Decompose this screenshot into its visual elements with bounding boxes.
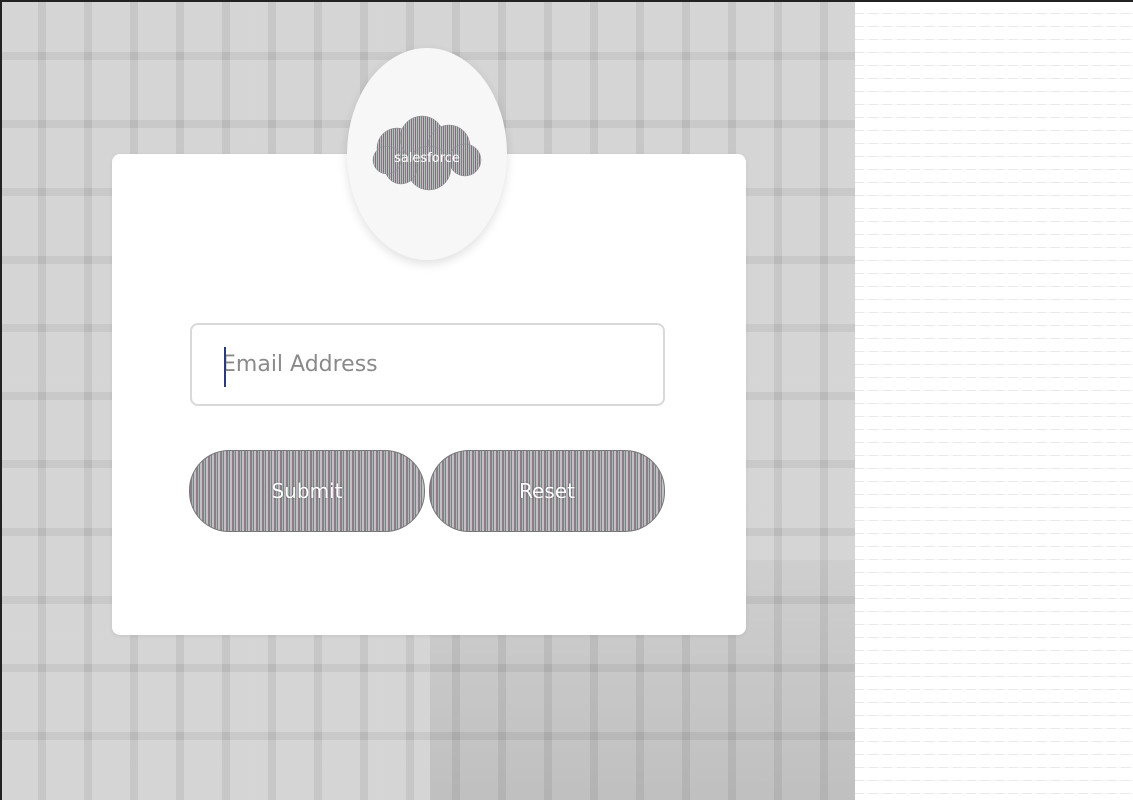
text-cursor bbox=[224, 347, 226, 387]
reset-button-label: Reset bbox=[519, 479, 575, 503]
submit-button-label: Submit bbox=[271, 479, 343, 503]
submit-button[interactable]: Submit bbox=[189, 450, 425, 532]
logo-brand-text: salesforce bbox=[394, 151, 460, 166]
logo-badge: salesforce bbox=[347, 48, 507, 260]
salesforce-cloud-icon: salesforce bbox=[372, 115, 482, 191]
right-side-panel bbox=[855, 0, 1133, 800]
email-field[interactable] bbox=[190, 323, 665, 406]
reset-button[interactable]: Reset bbox=[429, 450, 665, 532]
